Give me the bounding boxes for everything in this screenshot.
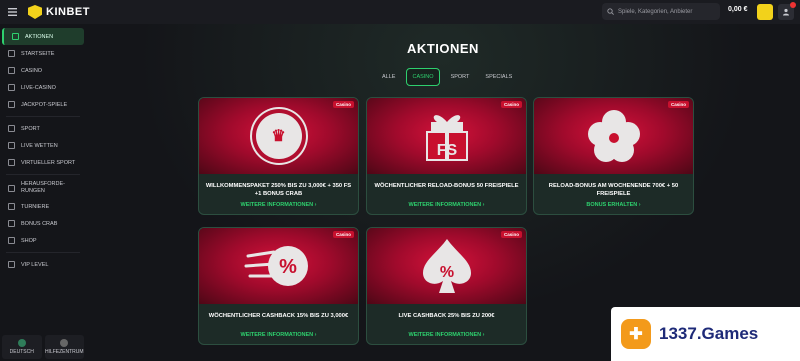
sidebar-item-aktionen[interactable]: AKTIONEN xyxy=(2,28,84,45)
gamepad-icon: ✚ xyxy=(621,319,651,349)
category-badge: Casino xyxy=(500,101,522,108)
divider xyxy=(6,174,80,175)
balance[interactable]: 0,00 € xyxy=(728,6,747,13)
wallet-button[interactable] xyxy=(757,4,773,20)
card-icon xyxy=(8,84,15,91)
sidebar-item-live-wetten[interactable]: LIVE WETTEN xyxy=(0,137,86,154)
sidebar-item-herausforderungen[interactable]: HERAUSFORDE-RUNGEN xyxy=(0,178,86,198)
promo-title: LIVE CASHBACK 25% BIS ZU 200€ xyxy=(398,313,495,319)
logo[interactable]: KINBET xyxy=(28,5,90,19)
globe-icon xyxy=(17,339,26,347)
jackpot-icon xyxy=(8,101,15,108)
tab-alle[interactable]: ALLE xyxy=(377,68,400,86)
svg-text:%: % xyxy=(279,256,297,278)
promo-art: Casino xyxy=(534,98,693,174)
tab-specials[interactable]: SPECIALS xyxy=(480,68,517,86)
promo-title: WÖCHENTLICHER RELOAD-BONUS 50 FREISPIELE xyxy=(374,183,519,189)
help-icon xyxy=(60,339,69,347)
promo-card[interactable]: % Casino WÖCHENTLICHER CASHBACK 15% BIS … xyxy=(198,227,359,345)
profile-button[interactable] xyxy=(778,2,796,20)
search-placeholder: Spiele, Kategorien, Anbieter xyxy=(618,8,693,15)
slot-icon xyxy=(8,67,15,74)
page-title: AKTIONEN xyxy=(407,41,479,56)
sidebar-item-sport[interactable]: SPORT xyxy=(0,120,86,137)
promo-card[interactable]: % Casino LIVE CASHBACK 25% BIS ZU 200€ W… xyxy=(366,227,527,345)
percent-icon: % xyxy=(244,246,308,286)
search-input[interactable]: Spiele, Kategorien, Anbieter xyxy=(602,3,720,20)
sidebar-item-turniere[interactable]: TURNIERE xyxy=(0,198,86,215)
logo-text: KINBET xyxy=(46,6,90,18)
category-badge: Casino xyxy=(332,101,354,108)
promo-title: WÖCHENTLICHER CASHBACK 15% BIS ZU 3,000€ xyxy=(208,313,349,319)
sidebar-item-bonus-crab[interactable]: BONUS CRAB xyxy=(0,215,86,232)
more-info-link[interactable]: WEITERE INFORMATIONEN › xyxy=(199,202,358,214)
notification-dot xyxy=(790,2,796,8)
home-icon xyxy=(8,50,15,57)
category-badge: Casino xyxy=(500,231,522,238)
bonus-link[interactable]: BONUS ERHALTEN › xyxy=(534,202,693,214)
tab-casino[interactable]: CASINO xyxy=(406,68,440,86)
divider xyxy=(6,116,80,117)
live-icon xyxy=(8,142,15,149)
svg-text:FS: FS xyxy=(436,142,457,159)
sidebar-item-casino[interactable]: CASINO xyxy=(0,62,86,79)
category-badge: Casino xyxy=(332,231,354,238)
help-center-button[interactable]: HILFEZENTRUM xyxy=(44,335,84,359)
top-bar: KINBET Spiele, Kategorien, Anbieter 0,00… xyxy=(0,0,800,24)
svg-text:%: % xyxy=(439,264,453,281)
crab-icon xyxy=(8,220,15,227)
sidebar-item-live-casino[interactable]: LIVE-CASINO xyxy=(0,79,86,96)
sidebar-item-vip-level[interactable]: VIP LEVEL xyxy=(0,256,86,273)
vip-icon xyxy=(8,261,15,268)
promo-art: % Casino xyxy=(367,228,526,304)
gift-icon xyxy=(12,33,19,40)
promo-card[interactable]: Casino RELOAD-BONUS AM WOCHENENDE 700€ +… xyxy=(533,97,694,215)
divider xyxy=(6,252,80,253)
menu-icon[interactable] xyxy=(0,0,24,24)
promo-card[interactable]: FS Casino WÖCHENTLICHER RELOAD-BONUS 50 … xyxy=(366,97,527,215)
promo-art: FS Casino xyxy=(367,98,526,174)
category-badge: Casino xyxy=(667,101,689,108)
virtual-icon xyxy=(8,159,15,166)
trophy-icon xyxy=(8,203,15,210)
ball-icon xyxy=(8,125,15,132)
promo-art: ♛ Casino xyxy=(199,98,358,174)
tab-sport[interactable]: SPORT xyxy=(446,68,475,86)
more-info-link[interactable]: WEITERE INFORMATIONEN › xyxy=(367,332,526,344)
shop-icon xyxy=(8,237,15,244)
sidebar-item-startseite[interactable]: STARTSEITE xyxy=(0,45,86,62)
promo-card[interactable]: ♛ Casino WILLKOMMENSPAKET 250% BIS ZU 3,… xyxy=(198,97,359,215)
promo-title: RELOAD-BONUS AM WOCHENENDE 700€ + 50 FRE… xyxy=(548,183,679,197)
sidebar-item-shop[interactable]: SHOP xyxy=(0,232,86,249)
clover-icon xyxy=(587,110,640,162)
logo-shield-icon xyxy=(28,5,42,19)
search-icon xyxy=(607,8,614,15)
sidebar: AKTIONEN STARTSEITE CASINO LIVE-CASINO J… xyxy=(0,24,86,361)
challenge-icon xyxy=(8,184,15,192)
watermark-text: 1337.Games xyxy=(659,324,759,343)
sidebar-item-jackpot[interactable]: JACKPOT-SPIELE xyxy=(0,96,86,113)
watermark: ✚ 1337.Games xyxy=(611,307,800,361)
promo-title: WILLKOMMENSPAKET 250% BIS ZU 3,000€ + 35… xyxy=(205,183,352,197)
promo-tabs: ALLE CASINO SPORT SPECIALS xyxy=(377,68,517,86)
sidebar-item-virtueller-sport[interactable]: VIRTUELLER SPORT xyxy=(0,154,86,171)
sidebar-footer: DEUTSCH HILFEZENTRUM xyxy=(2,335,84,359)
chip-icon: ♛ xyxy=(255,113,302,159)
language-button[interactable]: DEUTSCH xyxy=(2,335,42,359)
spade-percent-icon: % xyxy=(422,239,471,293)
promo-art: % Casino xyxy=(199,228,358,304)
user-icon xyxy=(783,8,789,16)
gift-fs-icon: FS xyxy=(425,115,468,161)
more-info-link[interactable]: WEITERE INFORMATIONEN › xyxy=(367,202,526,214)
more-info-link[interactable]: WEITERE INFORMATIONEN › xyxy=(199,332,358,344)
